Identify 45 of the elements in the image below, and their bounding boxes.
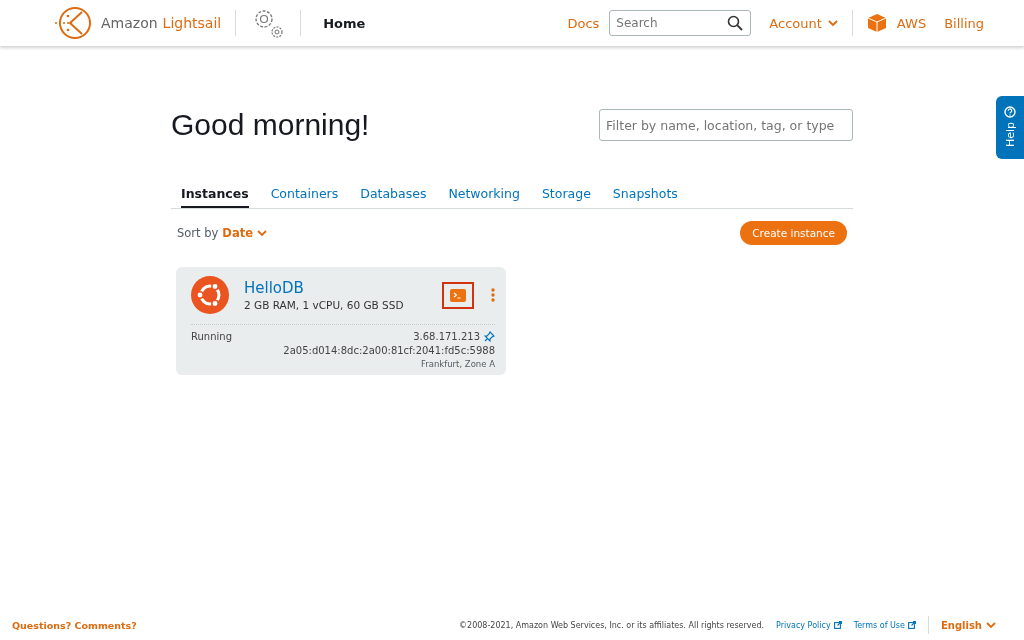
language-menu[interactable]: English: [940, 619, 996, 631]
feedback-link[interactable]: Questions? Comments?: [12, 619, 137, 631]
more-options-icon[interactable]: [491, 288, 495, 302]
help-icon: [1004, 106, 1016, 118]
help-tab[interactable]: Help: [996, 96, 1024, 159]
billing-link[interactable]: Billing: [944, 15, 984, 31]
chevron-down-icon: [986, 621, 996, 629]
search-icon[interactable]: [727, 15, 744, 31]
aws-link[interactable]: AWS: [896, 15, 927, 31]
footer-link[interactable]: Terms of Use: [853, 620, 916, 630]
tab[interactable]: Containers: [270, 186, 339, 208]
filter-field[interactable]: Filter by name, location, tag, or type: [599, 109, 853, 141]
instance-specs: 2 GB RAM, 1 vCPU, 60 GB SSD: [244, 299, 404, 311]
search-field[interactable]: Search: [609, 10, 752, 36]
greeting-heading: Good morning!: [171, 108, 370, 142]
tab[interactable]: Snapshots: [612, 186, 678, 208]
ipv6-address: 2a05:d014:8dc:2a00:81cf:2041:fd5c:5988: [283, 345, 495, 356]
tab[interactable]: Networking: [448, 186, 520, 208]
compass-logo-icon[interactable]: [54, 6, 92, 40]
cube-icon[interactable]: [866, 13, 887, 33]
instance-name-link[interactable]: HelloDB: [244, 279, 404, 297]
tab[interactable]: Instances: [181, 186, 249, 208]
chevron-down-icon: [256, 229, 267, 237]
terminal-icon: [450, 288, 466, 302]
external-link-icon: [833, 621, 842, 629]
chevron-down-icon: [827, 19, 838, 27]
ipv4-address: 3.68.171.213: [413, 331, 480, 342]
footer-link[interactable]: Privacy Policy: [776, 620, 842, 630]
sort-dropdown[interactable]: Date: [222, 226, 267, 240]
brand-name: Amazon: [101, 15, 158, 31]
copyright-text: ©2008-2021, Amazon Web Services, Inc. or its affiliates. All rights reserved.: [459, 620, 765, 630]
brand-product: Lightsail: [162, 15, 222, 31]
external-link-icon: [907, 621, 916, 629]
instance-status: Running: [191, 331, 232, 344]
terminal-button[interactable]: [442, 281, 474, 309]
create-instance-button[interactable]: Create instance: [740, 221, 847, 245]
sort-label: Sort by: [177, 226, 219, 240]
pin-icon[interactable]: [484, 331, 495, 342]
page-title: Home: [323, 15, 366, 31]
ubuntu-logo-icon: [191, 276, 229, 314]
tab[interactable]: Databases: [360, 186, 427, 208]
instance-location: Frankfurt, Zone A: [420, 359, 495, 369]
tab[interactable]: Storage: [541, 186, 591, 208]
docs-link[interactable]: Docs: [567, 15, 600, 31]
account-menu[interactable]: Account: [769, 15, 838, 31]
